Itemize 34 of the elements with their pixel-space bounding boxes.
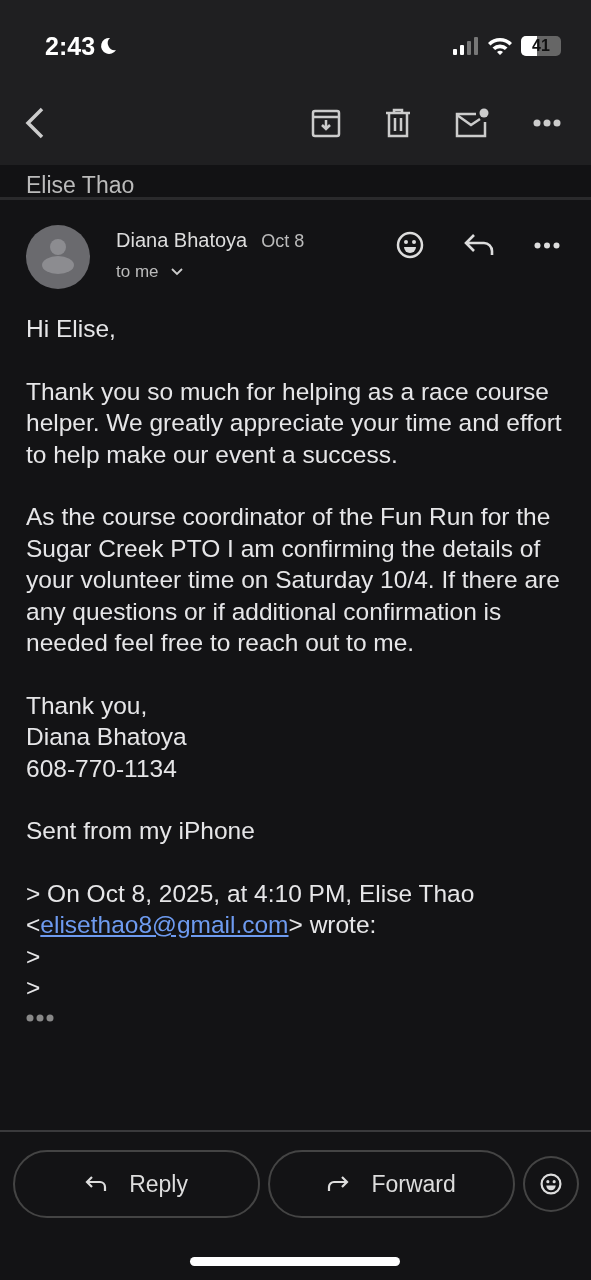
email-link[interactable]: elisethao8@gmail.com bbox=[40, 911, 289, 938]
quote-header: > On Oct 8, 2025, at 4:10 PM, Elise Thao <elisethao8@gmail.com> wrote: bbox=[26, 878, 476, 940]
moon-icon bbox=[98, 36, 119, 56]
forward-button[interactable]: Forward bbox=[268, 1150, 516, 1218]
emoji-button[interactable] bbox=[523, 1156, 579, 1212]
status-time: 2:43 bbox=[45, 31, 96, 61]
emoji-icon bbox=[540, 1173, 563, 1195]
quote-line: > bbox=[26, 941, 42, 972]
more-icon[interactable] bbox=[533, 118, 561, 127]
reply-button[interactable]: Reply bbox=[13, 1150, 261, 1218]
message-date: Oct 8 bbox=[261, 231, 305, 252]
reply-icon bbox=[85, 1175, 108, 1193]
mail-unread-icon[interactable] bbox=[455, 107, 489, 138]
chevron-down-icon[interactable] bbox=[170, 268, 183, 276]
trash-icon[interactable] bbox=[385, 107, 411, 138]
signature-text: Elise Thao bbox=[26, 173, 135, 197]
emoji-icon[interactable] bbox=[396, 231, 424, 259]
quote-line: > bbox=[26, 973, 42, 1003]
back-icon[interactable] bbox=[25, 106, 45, 139]
reply-icon[interactable] bbox=[464, 233, 494, 257]
wifi-icon bbox=[487, 36, 513, 56]
message-paragraph: Hi Elise, bbox=[26, 314, 117, 344]
avatar-icon bbox=[26, 225, 90, 289]
message-paragraph: Thank you, Diana Bhatoya 608-770-1134 bbox=[26, 690, 188, 784]
message-paragraph: As the course coordinator of the Fun Run for the Sugar Creek PTO I am confirming the details of your volunteer time on Saturday 10/4. If there are any questions or if additional confirmation is needed feel free to reach out to me. bbox=[26, 502, 561, 658]
signal-icon bbox=[453, 37, 479, 55]
message-paragraph: Thank you so much for helping as a race course helper. We greatly appreciate your time and effort to help make our event a success. bbox=[26, 376, 563, 470]
recipient-text: to me bbox=[116, 262, 159, 282]
archive-icon[interactable] bbox=[311, 107, 341, 138]
more-icon[interactable] bbox=[534, 241, 560, 249]
forward-icon bbox=[327, 1175, 350, 1193]
sender-name: Diana Bhatoya bbox=[116, 229, 248, 252]
message-paragraph: Sent from my iPhone bbox=[26, 816, 256, 846]
show-trimmed-icon[interactable] bbox=[26, 1013, 54, 1022]
